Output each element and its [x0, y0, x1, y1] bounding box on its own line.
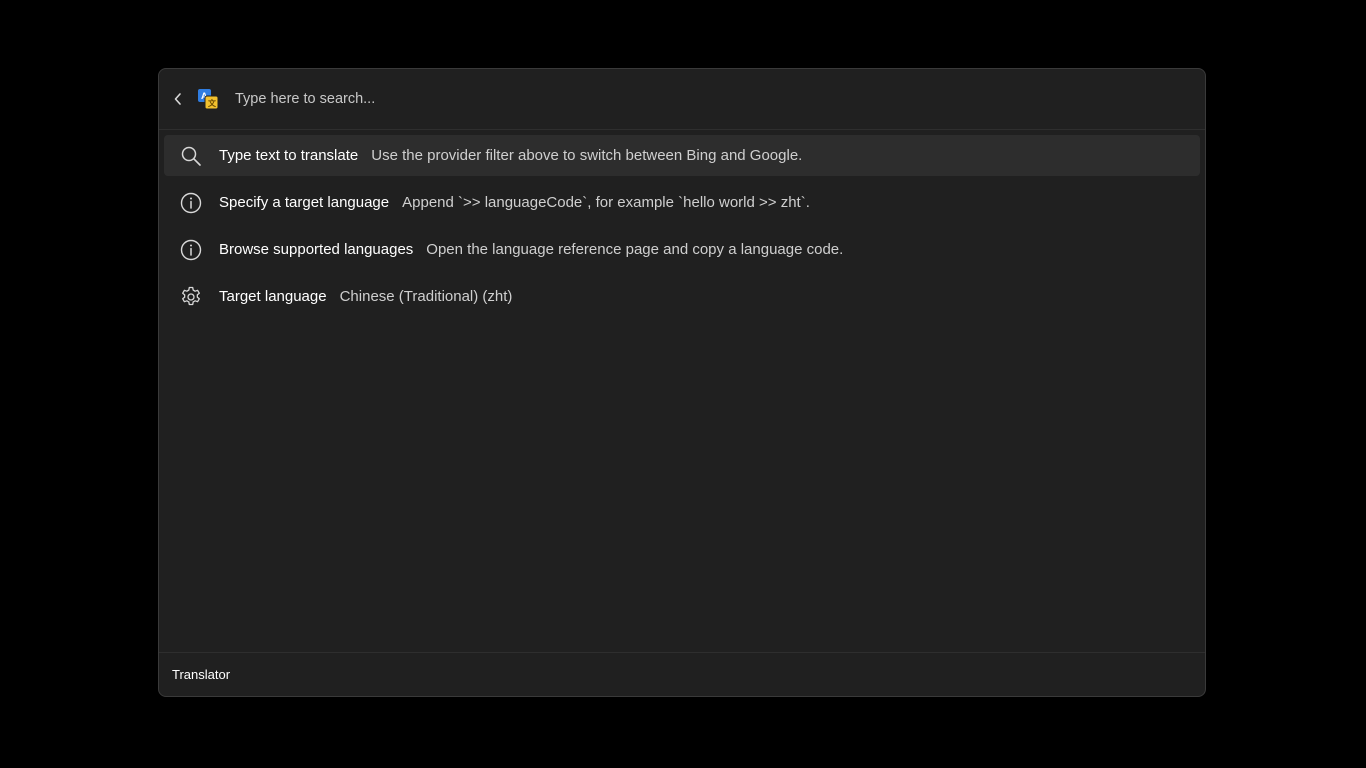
search-input[interactable] [233, 83, 1205, 115]
translator-app-icon: A 文 [197, 88, 219, 110]
search-icon [179, 144, 203, 168]
svg-text:文: 文 [208, 98, 217, 108]
info-icon [179, 238, 203, 262]
gear-icon [179, 285, 203, 309]
list-item-specify-language[interactable]: Specify a target language Append `>> lan… [164, 182, 1200, 223]
item-title: Target language [219, 288, 327, 305]
list-item-target-language[interactable]: Target language Chinese (Traditional) (z… [164, 276, 1200, 317]
item-title: Type text to translate [219, 147, 359, 164]
back-button[interactable] [169, 87, 187, 111]
item-subtitle: Append `>> languageCode`, for example `h… [402, 194, 810, 211]
chevron-left-icon [174, 93, 181, 105]
info-icon [179, 191, 203, 215]
footer-extension-title: Translator [172, 667, 231, 682]
list-item-browse-languages[interactable]: Browse supported languages Open the lang… [164, 229, 1200, 270]
results-list: Type text to translate Use the provider … [164, 135, 1200, 323]
list-item-type-text[interactable]: Type text to translate Use the provider … [164, 135, 1200, 176]
item-title: Browse supported languages [219, 241, 414, 258]
command-palette-window: A 文 Type text to translate Use the provi… [158, 68, 1206, 697]
search-bar: A 文 [159, 69, 1205, 130]
footer-bar: Translator [159, 652, 1205, 696]
item-subtitle: Use the provider filter above to switch … [371, 147, 803, 164]
item-title: Specify a target language [219, 194, 390, 211]
item-subtitle: Chinese (Traditional) (zht) [339, 288, 513, 305]
item-subtitle: Open the language reference page and cop… [426, 241, 844, 258]
